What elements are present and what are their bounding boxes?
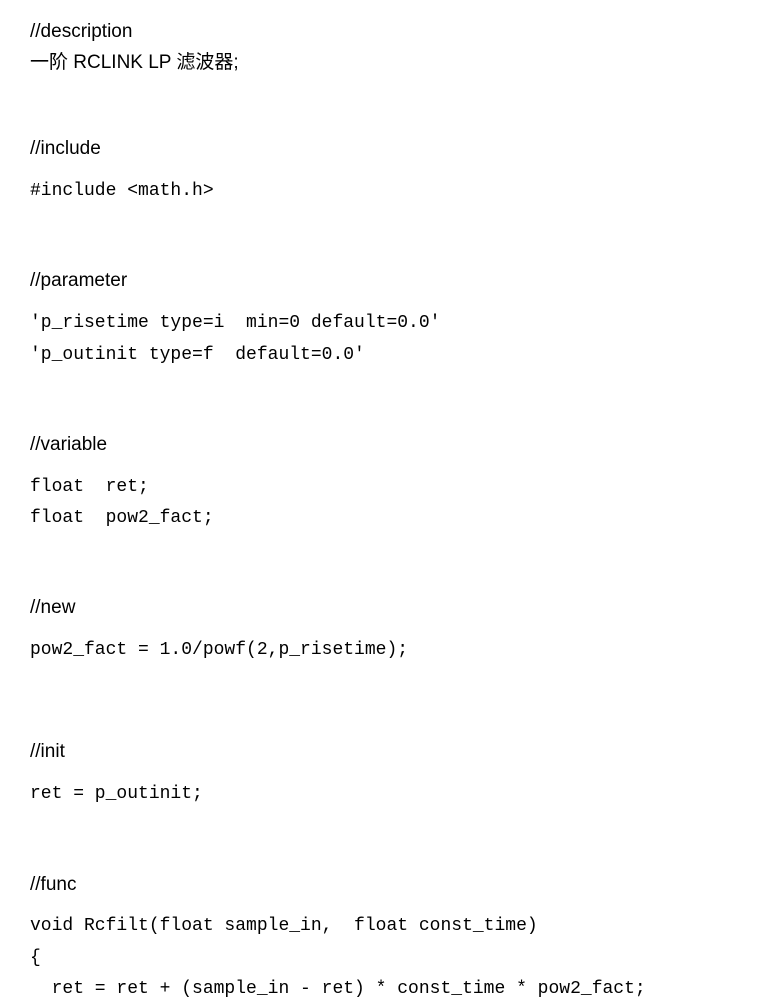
gap xyxy=(30,538,751,568)
section-heading-variable: //variable xyxy=(30,433,751,458)
gap xyxy=(30,815,751,845)
gap xyxy=(30,168,751,180)
gap xyxy=(30,375,751,405)
gap xyxy=(30,903,751,915)
code-line-new-0: pow2_fact = 1.0/powf(2,p_risetime); xyxy=(30,639,751,662)
gap xyxy=(30,700,751,712)
section-heading-include: //include xyxy=(30,137,751,162)
section-heading-parameter: //parameter xyxy=(30,269,751,294)
code-line-init-0: ret = p_outinit; xyxy=(30,783,751,806)
code-line-func-0: void Rcfilt(float sample_in, float const… xyxy=(30,915,751,938)
code-line-variable-0: float ret; xyxy=(30,476,751,499)
section-heading-func: //func xyxy=(30,873,751,898)
code-line-variable-1: float pow2_fact; xyxy=(30,507,751,530)
gap xyxy=(30,211,751,241)
code-line-parameter-0: 'p_risetime type=i min=0 default=0.0' xyxy=(30,312,751,335)
gap xyxy=(30,79,751,109)
gap xyxy=(30,300,751,312)
section-heading-init: //init xyxy=(30,740,751,765)
code-line-include: #include <math.h> xyxy=(30,180,751,203)
gap xyxy=(30,464,751,476)
code-line-func-2: ret = ret + (sample_in - ret) * const_ti… xyxy=(30,978,751,1001)
section-heading-description: //description xyxy=(30,20,751,45)
gap xyxy=(30,627,751,639)
code-line-func-1: { xyxy=(30,947,751,970)
gap xyxy=(30,771,751,783)
gap xyxy=(30,670,751,700)
section-heading-new: //new xyxy=(30,596,751,621)
description-text: 一阶 RCLINK LP 滤波器; xyxy=(30,51,751,76)
code-line-parameter-1: 'p_outinit type=f default=0.0' xyxy=(30,344,751,367)
